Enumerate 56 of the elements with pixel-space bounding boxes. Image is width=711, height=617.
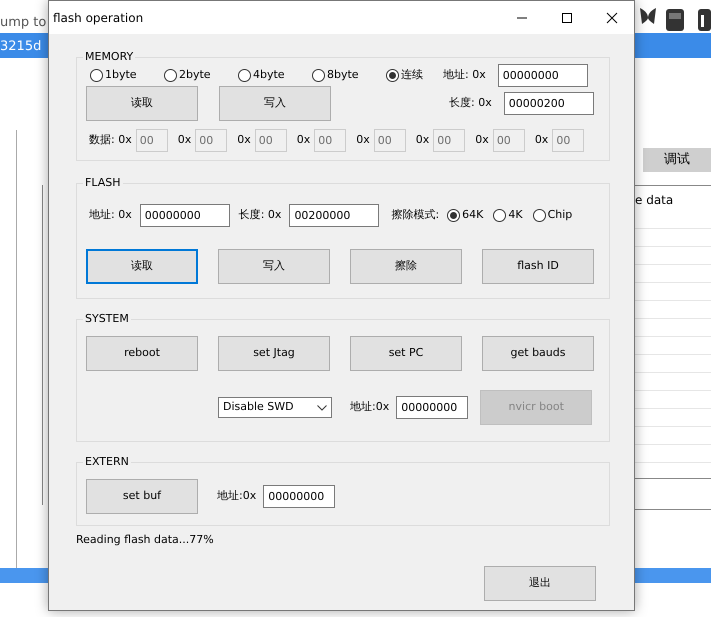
group-title: SYSTEM [83,313,131,325]
field-label: 0x [356,132,370,148]
column-header: e data [635,192,674,209]
field-label: 0x [534,132,548,148]
field-label: 地址: 0x [443,67,486,84]
input-field[interactable]: 00000000 [140,204,230,227]
window-title: flash operation [53,10,144,26]
action-button[interactable]: 退出 [484,566,596,600]
action-button[interactable]: 写入 [219,86,331,121]
butterfly-icon[interactable] [640,6,656,26]
debug-button[interactable]: 调试 [643,148,711,172]
radio-option[interactable]: 8byte [312,67,386,84]
action-button[interactable]: 读取 [86,249,198,284]
action-button[interactable]: set Jtag [218,336,330,371]
app-title: ump to [0,14,48,32]
input-field[interactable]: 00000000 [396,396,468,419]
field-label: 地址:0x [217,488,256,504]
field-label: 0x [296,132,310,148]
group-title: MEMORY [83,51,136,63]
field-label: 0x [416,132,430,148]
action-button[interactable]: flash ID [482,249,594,284]
radio-option[interactable]: 连续 [386,67,423,84]
radio-option[interactable]: 4byte [238,67,312,84]
field-label: 擦除模式: [391,207,440,224]
field-label: 0x [178,132,192,148]
input-field[interactable]: 00000200 [504,92,594,115]
radio-option[interactable]: 4K [493,207,523,224]
field-label: 长度: 0x [238,207,282,224]
field-label: 0x [237,132,251,148]
field-label: 地址:0x [350,399,390,416]
radio-option[interactable]: 2byte [164,67,238,84]
status-text: Reading flash data...77% [76,532,215,548]
field-label: 地址: 0x [89,207,132,224]
action-button[interactable]: set PC [350,336,462,371]
radio-option[interactable]: 64K [447,207,484,224]
input-field[interactable]: 00000000 [498,64,588,87]
field-label: 长度: 0x [449,95,492,112]
tab-label: 3215d [0,38,42,56]
action-button[interactable]: 擦除 [350,249,462,284]
dropdown[interactable]: Disable SWD [218,397,332,418]
input-field[interactable]: 00200000 [289,204,380,227]
field-label: 0x [475,132,489,148]
action-button[interactable]: get bauds [482,336,594,371]
radio-option[interactable]: 1byte [90,67,164,84]
chevron-icon [317,404,327,410]
group-title: FLASH [83,177,122,189]
maximize-icon[interactable] [560,12,572,24]
group-title: EXTERN [83,456,131,468]
action-button[interactable]: set buf [86,479,198,514]
action-button[interactable]: 读取 [86,86,198,121]
action-button[interactable]: reboot [86,336,198,371]
field-label: 数据: 0x [89,132,132,148]
action-button[interactable]: 写入 [218,249,330,284]
close-icon[interactable] [606,12,618,24]
input-field[interactable]: 00000000 [263,485,336,508]
radio-option[interactable]: Chip [532,207,572,224]
